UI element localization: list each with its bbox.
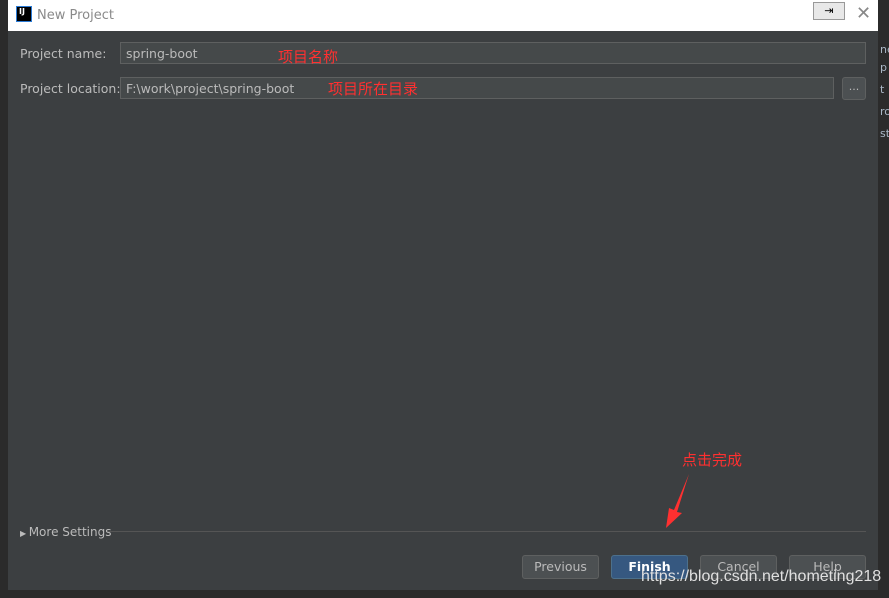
editor-text: p	[880, 61, 887, 74]
more-settings-toggle[interactable]: ▶ More Settings	[20, 525, 111, 539]
intellij-logo-icon: IJ	[16, 6, 32, 22]
arrow-annotation-icon	[666, 474, 689, 528]
browse-button[interactable]: ...	[842, 77, 866, 100]
expand-triangle-icon: ▶	[20, 529, 29, 538]
project-name-label: Project name:	[20, 46, 107, 61]
more-settings-label: More Settings	[28, 525, 112, 539]
background-editor: ne p t ro st	[878, 31, 889, 598]
new-project-dialog: IJ New Project ⇥ ✕ Project name: spring-…	[8, 0, 878, 590]
previous-button[interactable]: Previous	[522, 555, 599, 579]
finish-annotation: 点击完成	[682, 451, 743, 469]
editor-text: t	[880, 83, 885, 96]
editor-text: ro	[880, 105, 889, 118]
restore-window-button[interactable]: ⇥	[813, 2, 845, 20]
title-bar: IJ New Project ⇥ ✕	[8, 0, 878, 31]
name-annotation: 项目名称	[278, 48, 339, 66]
watermark: https://blog.csdn.net/hometing218	[641, 568, 882, 585]
window-title: New Project	[37, 8, 114, 23]
location-annotation: 项目所在目录	[328, 80, 419, 98]
close-icon[interactable]: ✕	[856, 3, 871, 24]
project-location-input[interactable]: F:\work\project\spring-boot	[120, 77, 834, 99]
project-name-input[interactable]: spring-boot	[120, 42, 866, 64]
project-location-label: Project location:	[20, 81, 121, 96]
divider	[108, 531, 866, 532]
editor-text: ne	[880, 43, 889, 56]
editor-text: st	[880, 127, 889, 140]
